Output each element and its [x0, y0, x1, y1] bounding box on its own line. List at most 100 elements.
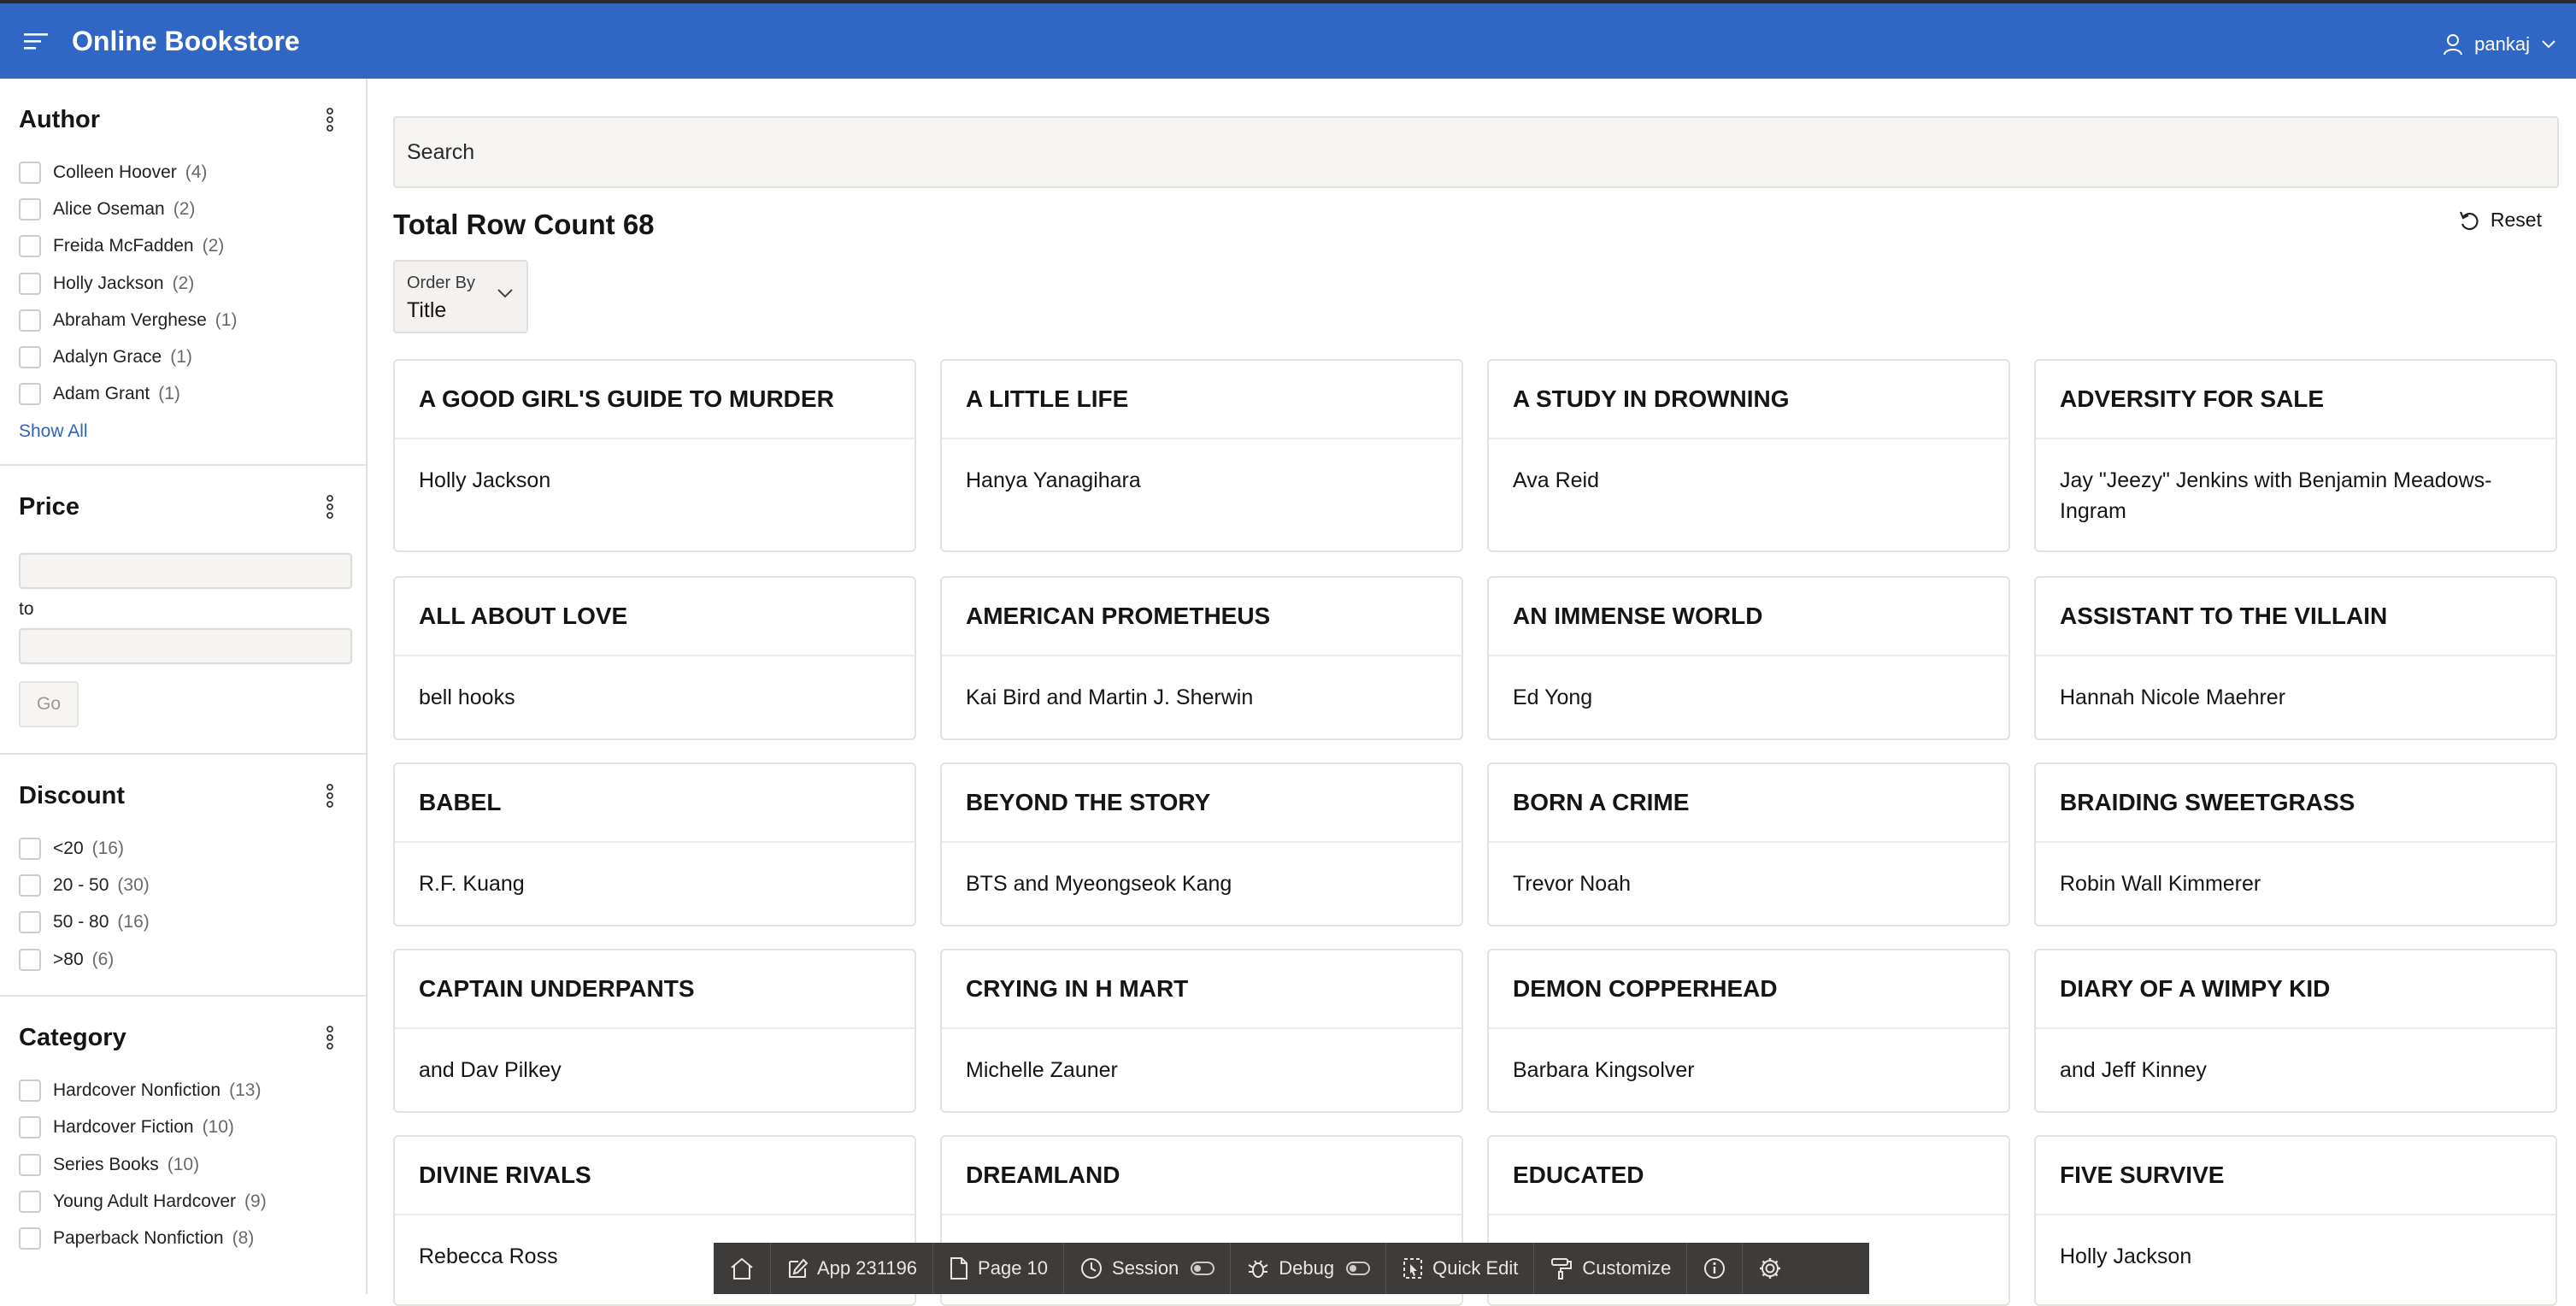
book-author: BTS and Myeongseok Kang [966, 872, 1232, 896]
devbar-home-button[interactable] [714, 1243, 771, 1294]
facet-option-count: (2) [202, 236, 225, 256]
book-card[interactable]: ASSISTANT TO THE VILLAIN Hannah Nicole Ma… [2034, 576, 2557, 740]
book-card[interactable]: BORN A CRIME Trevor Noah [1487, 762, 2010, 927]
home-icon [731, 1257, 753, 1280]
checkbox[interactable] [19, 837, 41, 860]
checkbox[interactable] [19, 1153, 41, 1176]
facet-actions-button[interactable] [313, 103, 347, 137]
facet-option[interactable]: Hardcover Fiction (10) [19, 1109, 347, 1146]
checkbox[interactable] [19, 1116, 41, 1139]
facet-option[interactable]: Young Adult Hardcover (9) [19, 1183, 347, 1220]
checkbox[interactable] [19, 161, 41, 184]
facet-option-label: Adalyn Grace [53, 347, 162, 368]
devbar-session-button[interactable]: Session [1064, 1243, 1232, 1294]
facet-option[interactable]: Holly Jackson (2) [19, 265, 347, 302]
devbar-customize-label: Customize [1582, 1257, 1672, 1279]
book-title: EDUCATED [1489, 1137, 2008, 1215]
checkbox[interactable] [19, 346, 41, 369]
checkbox[interactable] [19, 383, 41, 406]
book-card[interactable]: DEMON COPPERHEAD Barbara Kingsolver [1487, 949, 2010, 1113]
gear-icon [1760, 1258, 1781, 1279]
book-card[interactable]: CRYING IN H MART Michelle Zauner [940, 949, 1463, 1113]
book-card[interactable]: CAPTAIN UNDERPANTS and Dav Pilkey [393, 949, 916, 1113]
facet-option[interactable]: Paperback Nonfiction (8) [19, 1220, 347, 1256]
book-card[interactable]: BEYOND THE STORY BTS and Myeongseok Kang [940, 762, 1463, 927]
book-card[interactable]: AMERICAN PROMETHEUS Kai Bird and Martin J… [940, 576, 1463, 740]
book-author: Kai Bird and Martin J. Sherwin [966, 685, 1254, 709]
facet-title: Category [19, 1023, 126, 1051]
facet-option[interactable]: 20 - 50 (30) [19, 867, 347, 903]
app-title[interactable]: Online Bookstore [72, 26, 300, 57]
checkbox[interactable] [19, 1190, 41, 1213]
checkbox[interactable] [19, 235, 41, 258]
devbar-app-button[interactable]: App 231196 [771, 1243, 934, 1294]
checkbox[interactable] [19, 911, 41, 934]
info-icon [1704, 1258, 1726, 1279]
search-input[interactable]: Search [393, 116, 2559, 188]
facet-option[interactable]: Adalyn Grace (1) [19, 338, 347, 375]
facet-actions-button[interactable] [313, 490, 347, 524]
price-from-input[interactable] [19, 553, 352, 590]
book-title: A LITTLE LIFE [942, 361, 1461, 439]
book-card[interactable]: ADVERSITY FOR SALE Jay "Jeezy" Jenkins wi… [2034, 359, 2557, 552]
book-card[interactable]: AN IMMENSE WORLD Ed Yong [1487, 576, 2010, 740]
checkbox[interactable] [19, 309, 41, 332]
checkbox[interactable] [19, 874, 41, 897]
devbar-settings-button[interactable] [1743, 1243, 1797, 1294]
devbar-page-label: Page 10 [978, 1257, 1049, 1279]
debug-toggle[interactable] [1346, 1262, 1371, 1275]
devbar-debug-button[interactable]: Debug [1231, 1243, 1387, 1294]
facet-option[interactable]: Colleen Hoover (4) [19, 154, 347, 191]
devbar-page-button[interactable]: Page 10 [933, 1243, 1065, 1294]
price-to-input[interactable] [19, 628, 352, 665]
checkbox[interactable] [19, 1079, 41, 1102]
book-card[interactable]: A GOOD GIRL'S GUIDE TO MURDER Holly Jacks… [393, 359, 916, 552]
checkbox[interactable] [19, 1227, 41, 1250]
devbar-quick-edit-button[interactable]: Quick Edit [1386, 1243, 1535, 1294]
book-title: DEMON COPPERHEAD [1489, 950, 2008, 1029]
facet-actions-button[interactable] [313, 1021, 347, 1055]
bug-icon [1248, 1260, 1268, 1278]
book-title: CRYING IN H MART [942, 950, 1461, 1029]
facet-option[interactable]: Hardcover Nonfiction (13) [19, 1072, 347, 1109]
book-author: and Dav Pilkey [419, 1058, 562, 1082]
book-card[interactable]: BRAIDING SWEETGRASS Robin Wall Kimmerer [2034, 762, 2557, 927]
facet-option[interactable]: >80 (6) [19, 941, 347, 978]
session-icon [1081, 1258, 1103, 1279]
reset-button[interactable]: Reset [2458, 209, 2542, 232]
devbar-customize-button[interactable]: Customize [1534, 1243, 1688, 1294]
book-title: AN IMMENSE WORLD [1489, 578, 2008, 656]
facet-option[interactable]: <20 (16) [19, 830, 347, 867]
checkbox[interactable] [19, 272, 41, 295]
price-go-button[interactable]: Go [19, 681, 79, 728]
facet-option[interactable]: Series Books (10) [19, 1146, 347, 1183]
book-card[interactable]: ALL ABOUT LOVE bell hooks [393, 576, 916, 740]
facet-option[interactable]: Freida McFadden (2) [19, 228, 347, 265]
book-card[interactable]: BABEL R.F. Kuang [393, 762, 916, 927]
chevron-down-icon [2542, 40, 2555, 49]
session-toggle[interactable] [1191, 1262, 1215, 1275]
facet-option-count: (16) [91, 838, 124, 858]
book-card[interactable]: A STUDY IN DROWNING Ava Reid [1487, 359, 2010, 552]
app-header: Online Bookstore pankaj [0, 0, 2576, 79]
user-menu[interactable]: pankaj [2444, 7, 2555, 82]
book-card[interactable]: FIVE SURVIVE Holly Jackson [2034, 1135, 2557, 1306]
show-all-link[interactable]: Show All [19, 421, 347, 442]
order-by-select[interactable]: Order By Title [393, 260, 528, 333]
devbar-info-button[interactable] [1687, 1243, 1744, 1294]
navigation-menu-button[interactable] [0, 3, 72, 79]
facet-actions-button[interactable] [313, 779, 347, 813]
checkbox[interactable] [19, 197, 41, 221]
book-card[interactable]: DIARY OF A WIMPY KID and Jeff Kinney [2034, 949, 2557, 1113]
facet-option[interactable]: Abraham Verghese (1) [19, 302, 347, 338]
facet-option[interactable]: Adam Grant (1) [19, 376, 347, 413]
book-author: Holly Jackson [2060, 1244, 2192, 1268]
book-card[interactable]: A LITTLE LIFE Hanya Yanagihara [940, 359, 1463, 552]
checkbox[interactable] [19, 948, 41, 971]
book-title: A GOOD GIRL'S GUIDE TO MURDER [395, 361, 915, 439]
reset-label: Reset [2490, 209, 2542, 231]
book-author: Barbara Kingsolver [1513, 1058, 1695, 1082]
facet-option[interactable]: 50 - 80 (16) [19, 904, 347, 941]
facet-option[interactable]: Alice Oseman (2) [19, 191, 347, 227]
facet-option-label: <20 [53, 838, 84, 858]
